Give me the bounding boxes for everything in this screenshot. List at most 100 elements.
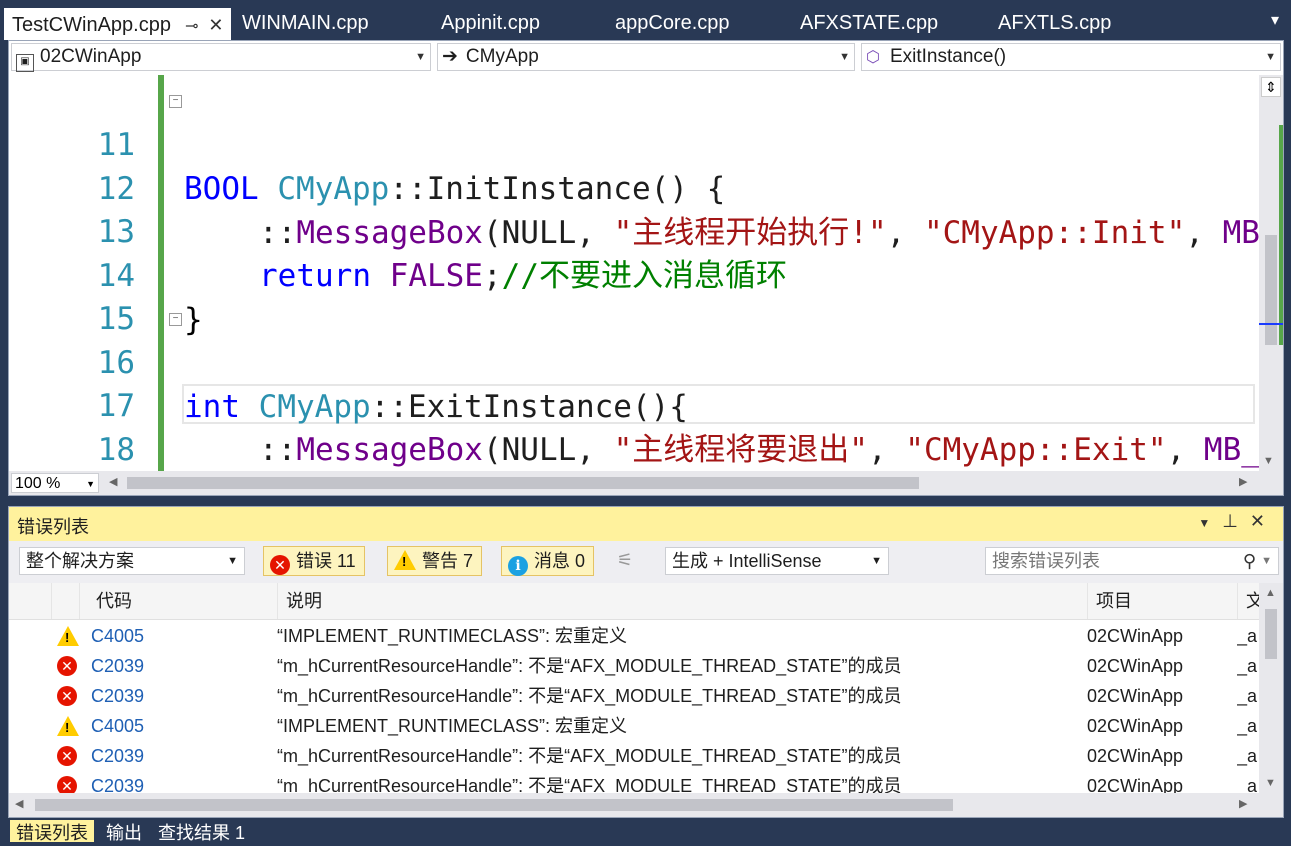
window-position-dropdown-icon[interactable]: ▼ [1198, 516, 1222, 530]
scroll-left-arrow-icon[interactable]: ◀ [15, 797, 23, 810]
errors-count-label: 错误 11 [296, 551, 356, 571]
error-list-vertical-scrollbar[interactable]: ▲ ▼ [1259, 583, 1283, 793]
warning-icon [57, 626, 79, 646]
close-icon[interactable]: ✕ [1250, 511, 1277, 531]
error-icon: ✕ [57, 686, 77, 706]
messages-filter-button[interactable]: i 消息 0 [501, 546, 595, 576]
method-cube-icon: ⬡ [866, 49, 880, 66]
scroll-right-arrow-icon[interactable]: ▶ [1239, 797, 1247, 810]
error-file: _a [1237, 716, 1258, 736]
warnings-filter-button[interactable]: 警告 7 [387, 546, 483, 576]
tab-winmain[interactable]: WINMAIN.cpp [242, 8, 369, 38]
error-list-header: 代码 说明 项目 文 [9, 583, 1259, 620]
table-row[interactable]: ✕ C2039 “m_hCurrentResourceHandle”: 不是“A… [9, 741, 1259, 771]
header-icon[interactable] [51, 583, 79, 619]
error-icon: ✕ [57, 776, 77, 793]
error-icon: ✕ [57, 746, 77, 766]
error-code-link[interactable]: C2039 [91, 741, 144, 771]
error-description: “m_hCurrentResourceHandle”: 不是“AFX_MODUL… [277, 686, 902, 706]
editor-bottom-bar: 100 % ▼ ◀ ▶ [9, 471, 1283, 495]
messages-count-label: 消息 0 [534, 551, 586, 571]
project-dropdown[interactable]: ▣ 02CWinApp ▼ [11, 43, 431, 72]
error-code-link[interactable]: C2039 [91, 771, 144, 793]
horizontal-scrollbar-thumb[interactable] [127, 477, 919, 489]
zoom-value: 100 % [15, 475, 61, 492]
error-code-link[interactable]: C2039 [91, 681, 144, 711]
tab-appinit[interactable]: Appinit.cpp [441, 8, 540, 38]
header-file[interactable]: 文 [1237, 583, 1259, 619]
table-row[interactable]: C4005 “IMPLEMENT_RUNTIMECLASS”: 宏重定义 02C… [9, 711, 1259, 741]
tab-label: TestCWinApp.cpp [12, 14, 171, 36]
header-project[interactable]: 项目 [1087, 583, 1237, 619]
pin-icon[interactable]: ⊥ [1222, 511, 1250, 531]
table-row[interactable]: ✕ C2039 “m_hCurrentResourceHandle”: 不是“A… [9, 651, 1259, 681]
error-icon: ✕ [270, 555, 290, 575]
error-code-link[interactable]: C2039 [91, 651, 144, 681]
code-line-19: 19 } [9, 427, 1259, 471]
scroll-left-arrow-icon[interactable]: ◀ [109, 475, 117, 488]
search-error-list-input[interactable]: 搜索错误列表 ⚲ ▼ [985, 547, 1279, 575]
panel-title: 错误列表 [17, 517, 89, 537]
tab-error-list[interactable]: 错误列表 [10, 820, 94, 843]
error-description: “IMPLEMENT_RUNTIMECLASS”: 宏重定义 [277, 716, 628, 736]
horizontal-scrollbar-thumb[interactable] [35, 799, 953, 811]
error-code-link[interactable]: C4005 [91, 621, 144, 651]
tab-overflow-dropdown-icon[interactable]: ▾ [1264, 10, 1286, 34]
scrollbar-thumb[interactable] [1265, 235, 1277, 345]
warnings-count-label: 警告 7 [422, 551, 474, 571]
zoom-dropdown[interactable]: 100 % ▼ [11, 473, 99, 493]
error-file: _a [1237, 686, 1258, 706]
header-code[interactable]: 代码 [79, 583, 277, 619]
code-text-area[interactable]: − − 11 BOOL CMyApp::InitInstance() { 12 … [9, 75, 1259, 471]
error-file: _a [1237, 776, 1258, 793]
code-line-14: 14 } [9, 210, 1259, 338]
table-row[interactable]: C4005 “IMPLEMENT_RUNTIMECLASS”: 宏重定义 02C… [9, 621, 1259, 651]
search-icon: ⚲ [1242, 551, 1256, 571]
tab-appcore[interactable]: appCore.cpp [615, 8, 730, 38]
error-project: 02CWinApp [1087, 686, 1184, 706]
errors-filter-button[interactable]: ✕ 错误 11 [263, 546, 365, 576]
editor-vertical-scrollbar[interactable]: ⇕ ▼ [1259, 75, 1283, 471]
project-icon: ▣ [16, 54, 34, 72]
filter-icon[interactable]: ⚟ [617, 550, 633, 571]
error-file: _a [1237, 656, 1258, 676]
scrollbar-thumb[interactable] [1265, 609, 1277, 659]
scope-dropdown[interactable]: 整个解决方案 ▼ [19, 547, 245, 575]
error-description: “m_hCurrentResourceHandle”: 不是“AFX_MODUL… [277, 656, 902, 676]
class-dropdown-value: CMyApp [465, 46, 539, 67]
error-project: 02CWinApp [1087, 626, 1184, 646]
error-project: 02CWinApp [1087, 656, 1184, 676]
scroll-right-arrow-icon[interactable]: ▶ [1239, 475, 1247, 488]
document-tab-strip: TestCWinApp.cpp ⊸ ✕ WINMAIN.cpp Appinit.cp… [0, 0, 1291, 40]
code-line-17: 17 ::MessageBox(NULL, "主线程将要退出", "CMyApp… [9, 340, 1259, 468]
code-line-11: 11 BOOL CMyApp::InitInstance() { [9, 79, 1259, 207]
close-icon[interactable]: ✕ [208, 15, 223, 35]
header-description[interactable]: 说明 [277, 583, 1087, 619]
scroll-down-arrow-icon[interactable]: ▼ [1265, 777, 1276, 789]
chevron-down-icon: ▼ [86, 479, 95, 489]
build-filter-value: 生成 + IntelliSense [672, 551, 822, 571]
tab-output[interactable]: 输出 [100, 820, 148, 843]
header-category[interactable] [9, 583, 51, 619]
scroll-up-arrow-icon[interactable]: ▲ [1265, 587, 1276, 599]
build-filter-dropdown[interactable]: 生成 + IntelliSense ▼ [665, 547, 889, 575]
class-dropdown[interactable]: ➔ CMyApp ▼ [437, 43, 855, 71]
info-icon: i [508, 556, 528, 576]
tab-testcwinapp[interactable]: TestCWinApp.cpp ⊸ ✕ [4, 8, 232, 40]
chevron-down-icon: ▼ [1261, 555, 1272, 567]
chevron-down-icon: ▼ [227, 555, 238, 567]
table-row[interactable]: ✕ C2039 “m_hCurrentResourceHandle”: 不是“A… [9, 681, 1259, 711]
tab-find-results[interactable]: 查找结果 1 [152, 820, 251, 843]
chevron-down-icon: ▼ [871, 555, 882, 567]
tab-afxstate[interactable]: AFXSTATE.cpp [800, 8, 938, 38]
error-list-horizontal-scrollbar[interactable]: ◀ ▶ [9, 793, 1283, 817]
scroll-down-arrow-icon[interactable]: ▼ [1263, 455, 1274, 467]
caret-marker [1259, 323, 1283, 325]
member-dropdown[interactable]: ⬡ ExitInstance() ▼ [861, 43, 1281, 71]
split-handle-icon[interactable]: ⇕ [1261, 77, 1281, 97]
table-row[interactable]: ✕ C2039 “m_hCurrentResourceHandle”: 不是“A… [9, 771, 1259, 793]
tab-afxtls[interactable]: AFXTLS.cpp [998, 8, 1111, 38]
member-dropdown-value: ExitInstance() [889, 46, 1007, 67]
error-code-link[interactable]: C4005 [91, 711, 144, 741]
pin-icon[interactable]: ⊸ [185, 18, 198, 35]
